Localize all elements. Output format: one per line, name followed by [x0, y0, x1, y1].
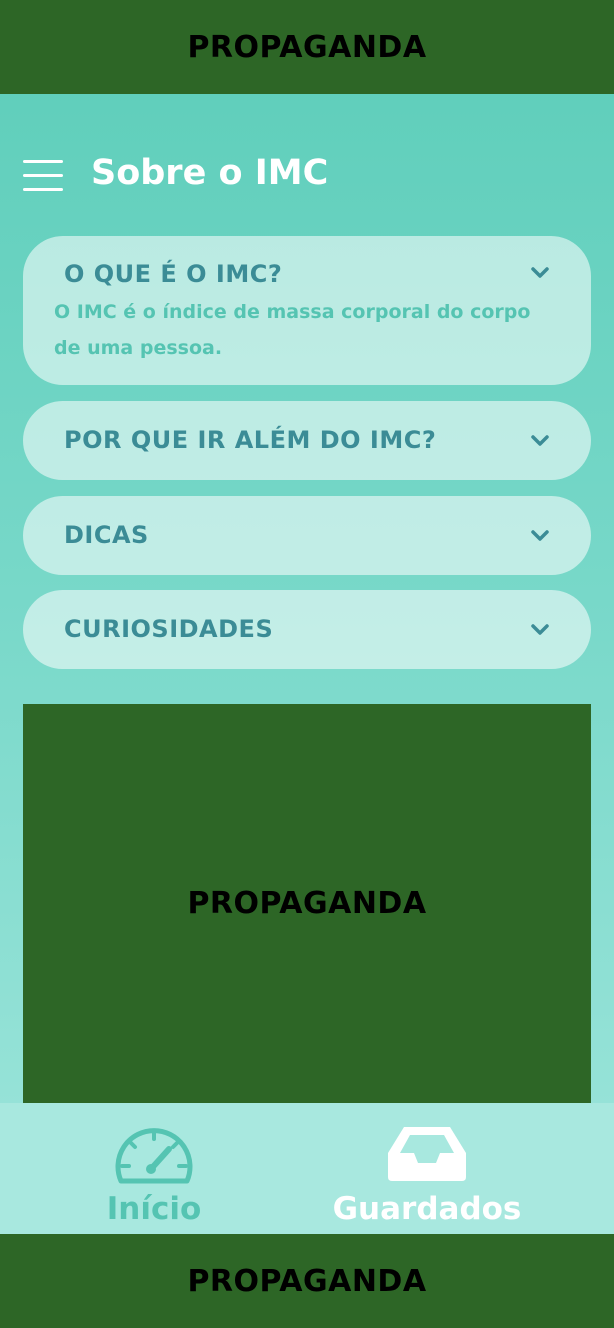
bottom-navigation: Início Guardados — [0, 1103, 614, 1234]
accordion-item-title: O QUE É O IMC? — [64, 260, 283, 288]
chevron-down-icon[interactable] — [529, 525, 551, 547]
accordion-item-title: DICAS — [64, 521, 149, 549]
chevron-down-icon[interactable] — [529, 262, 551, 284]
nav-item-inicio[interactable]: Início — [94, 1121, 214, 1227]
middle-ad-label: PROPAGANDA — [187, 886, 427, 921]
inbox-icon — [388, 1127, 466, 1181]
bottom-ad-banner[interactable]: PROPAGANDA — [0, 1234, 614, 1328]
page-title: Sobre o IMC — [91, 152, 329, 193]
accordion-item-what-is-imc[interactable]: O QUE É O IMC? O IMC é o índice de massa… — [23, 236, 591, 385]
accordion-item-body: O IMC é o índice de massa corporal do co… — [54, 301, 531, 359]
hamburger-icon[interactable] — [23, 154, 63, 192]
nav-item-guardados[interactable]: Guardados — [322, 1121, 532, 1227]
top-ad-banner[interactable]: PROPAGANDA — [0, 0, 614, 94]
accordion-item-tips[interactable]: DICAS — [23, 496, 591, 575]
accordion-item-title: CURIOSIDADES — [64, 615, 274, 643]
chevron-down-icon[interactable] — [529, 430, 551, 452]
middle-ad-banner[interactable]: PROPAGANDA — [23, 704, 591, 1103]
accordion-item-beyond-imc[interactable]: POR QUE IR ALÉM DO IMC? — [23, 401, 591, 480]
accordion-item-curiosities[interactable]: CURIOSIDADES — [23, 590, 591, 669]
nav-item-label: Início — [106, 1191, 202, 1227]
accordion-item-title: POR QUE IR ALÉM DO IMC? — [64, 426, 437, 454]
top-ad-label: PROPAGANDA — [187, 29, 427, 65]
chevron-down-icon[interactable] — [529, 619, 551, 641]
bottom-ad-label: PROPAGANDA — [187, 1263, 427, 1299]
speedometer-icon — [115, 1128, 193, 1184]
nav-item-label: Guardados — [332, 1191, 522, 1227]
page-header: Sobre o IMC — [23, 145, 328, 200]
